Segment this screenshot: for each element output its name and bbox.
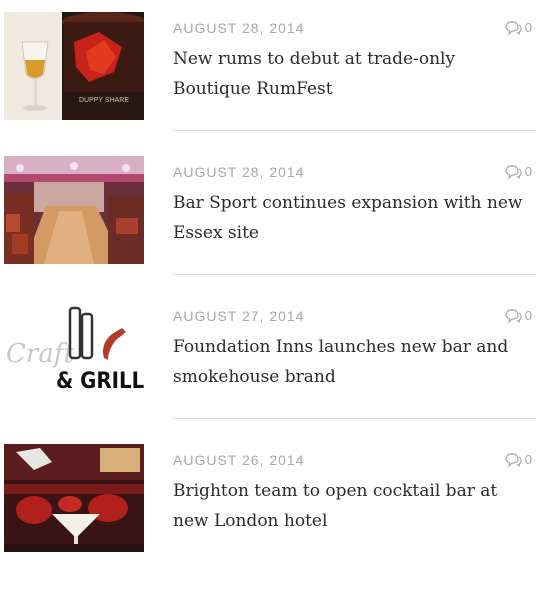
comment-count-link[interactable]: 0 [504, 308, 532, 323]
article-thumbnail[interactable] [4, 156, 144, 264]
comment-bubble-icon [505, 20, 522, 35]
divider [173, 274, 536, 275]
article-thumbnail[interactable]: Craft & GRILL [4, 300, 144, 408]
craft-grill-logo-image: Craft & GRILL [4, 300, 144, 408]
rum-bottle-image: DUPPY SHARE [4, 12, 144, 120]
cocktail-bar-image [4, 444, 144, 552]
article-thumbnail[interactable]: DUPPY SHARE [4, 12, 144, 120]
comment-bubble-icon [505, 164, 522, 179]
comment-count: 0 [524, 164, 532, 179]
comment-bubble-icon [505, 452, 522, 467]
article-date: AUGUST 26, 2014 [173, 452, 305, 468]
logo-text: & GRILL [56, 369, 144, 394]
comment-count-link[interactable]: 0 [504, 164, 532, 179]
comment-count: 0 [524, 308, 532, 323]
article-title-link[interactable]: Brighton team to open cocktail bar at ne… [173, 476, 533, 536]
comment-count: 0 [524, 452, 532, 467]
divider [173, 418, 536, 419]
comment-count-link[interactable]: 0 [504, 20, 532, 35]
article-title-link[interactable]: Foundation Inns launches new bar and smo… [173, 332, 533, 392]
logo-script: Craft [6, 339, 74, 369]
article-date: AUGUST 28, 2014 [173, 20, 305, 36]
divider [173, 130, 536, 131]
article-title-link[interactable]: Bar Sport continues expansion with new E… [173, 188, 533, 248]
article-date: AUGUST 27, 2014 [173, 308, 305, 324]
comment-count: 0 [524, 20, 532, 35]
article-thumbnail[interactable] [4, 444, 144, 552]
thumbnail-label: DUPPY SHARE [79, 97, 129, 104]
article-item: AUGUST 28, 2014 0 Bar Sport continues ex… [0, 156, 536, 301]
bar-interior-image [4, 156, 144, 264]
article-item: AUGUST 26, 2014 0 Brighton team to open … [0, 444, 536, 589]
comment-count-link[interactable]: 0 [504, 452, 532, 467]
article-list: DUPPY SHARE AUGUST 28, 2014 0 New rums t… [0, 0, 536, 552]
article-title-link[interactable]: New rums to debut at trade-only Boutique… [173, 44, 533, 104]
comment-bubble-icon [505, 308, 522, 323]
article-item: DUPPY SHARE AUGUST 28, 2014 0 New rums t… [0, 12, 536, 157]
article-date: AUGUST 28, 2014 [173, 164, 305, 180]
article-item: Craft & GRILL AUGUST 27, 2014 0 Foundati… [0, 300, 536, 445]
